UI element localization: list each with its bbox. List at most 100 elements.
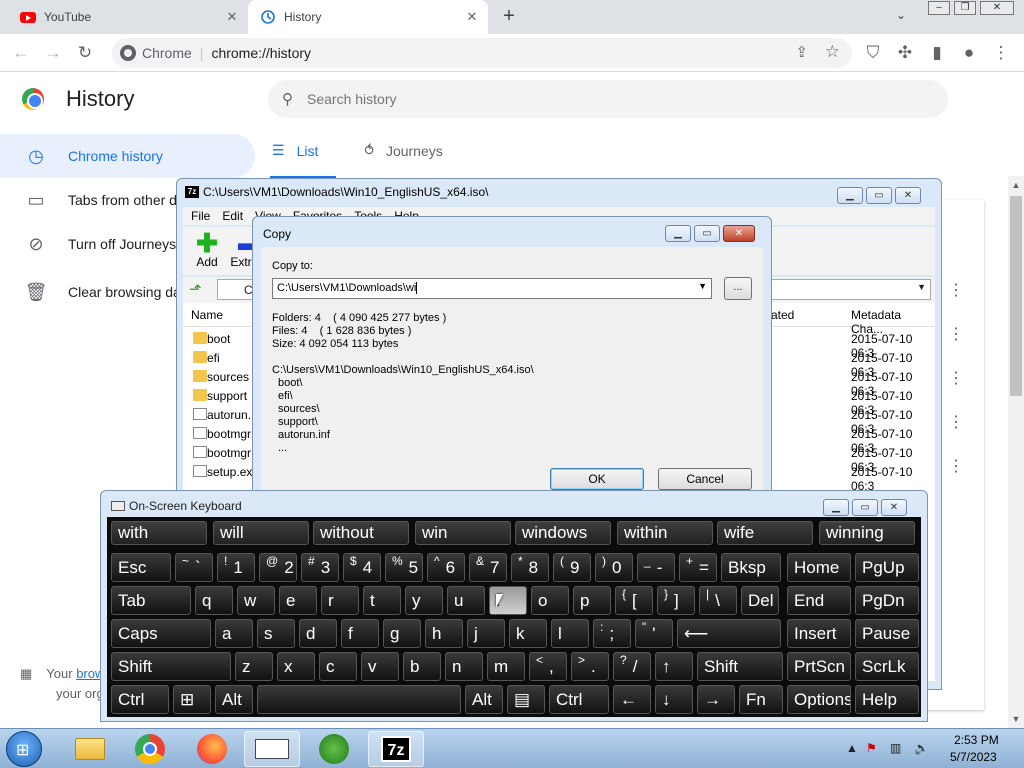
- key-y[interactable]: y: [405, 586, 443, 615]
- prediction-key[interactable]: win: [415, 521, 511, 545]
- key-symbol[interactable]: ⊞: [173, 685, 211, 714]
- scrollbar-thumb[interactable]: [1010, 196, 1022, 396]
- key-prtscn[interactable]: PrtScn: [787, 652, 851, 681]
- profile-avatar-icon[interactable]: ●: [958, 42, 980, 64]
- column-name[interactable]: Name: [191, 308, 223, 322]
- maximize-button[interactable]: ▭: [694, 225, 720, 242]
- more-actions-icon[interactable]: ⋮: [948, 459, 964, 475]
- key-6[interactable]: ^ 6: [427, 553, 465, 582]
- chrome-menu-icon[interactable]: ⋮: [990, 42, 1012, 64]
- key-scrlk[interactable]: ScrLk: [855, 652, 919, 681]
- key-8[interactable]: * 8: [511, 553, 549, 582]
- key-symbol[interactable]: " ': [635, 619, 673, 648]
- key-shift[interactable]: Shift: [111, 652, 231, 681]
- close-window-button[interactable]: ✕: [980, 1, 1014, 15]
- reload-icon[interactable]: ↻: [74, 42, 96, 64]
- tab-search-chevron-icon[interactable]: ⌄: [896, 8, 906, 22]
- menu-file[interactable]: File: [191, 209, 210, 223]
- network-icon[interactable]: ▥: [890, 741, 901, 755]
- bookmark-star-icon[interactable]: ☆: [825, 42, 840, 62]
- prediction-key[interactable]: wife: [717, 521, 813, 545]
- key-9[interactable]: (9: [553, 553, 591, 582]
- key-r[interactable]: r: [321, 586, 359, 615]
- key-alt[interactable]: Alt: [465, 685, 503, 714]
- key-v[interactable]: v: [361, 652, 399, 681]
- key-symbol[interactable]: ▤: [507, 685, 545, 714]
- key-q[interactable]: q: [195, 586, 233, 615]
- key-i[interactable]: i: [489, 586, 527, 615]
- key-shift[interactable]: Shift: [697, 652, 783, 681]
- key-5[interactable]: % 5: [385, 553, 423, 582]
- key-symbol[interactable]: ↓: [655, 685, 693, 714]
- key-z[interactable]: z: [235, 652, 273, 681]
- close-button[interactable]: ✕: [895, 187, 921, 204]
- key-tab[interactable]: Tab: [111, 586, 191, 615]
- key-symbol[interactable]: + =: [679, 553, 717, 582]
- tab-journeys[interactable]: ⥀ Journeys: [364, 142, 442, 159]
- more-actions-icon[interactable]: ⋮: [948, 415, 964, 431]
- dropdown-arrow-icon[interactable]: ▼: [917, 282, 926, 292]
- new-tab-icon[interactable]: +: [498, 6, 520, 28]
- key-space[interactable]: [257, 685, 461, 714]
- key-d[interactable]: d: [299, 619, 337, 648]
- tab-list[interactable]: ☰ List: [272, 142, 318, 159]
- minimize-button[interactable]: ▁: [665, 225, 691, 242]
- action-center-icon[interactable]: ⚑: [866, 741, 877, 755]
- key-symbol[interactable]: {[: [615, 586, 653, 615]
- back-icon[interactable]: ←: [10, 42, 32, 64]
- key-t[interactable]: t: [363, 586, 401, 615]
- key-e[interactable]: e: [279, 586, 317, 615]
- key-0[interactable]: ) 0: [595, 553, 633, 582]
- key-fn[interactable]: Fn: [739, 685, 783, 714]
- minimize-button[interactable]: ▁: [837, 187, 863, 204]
- taskbar-idm[interactable]: [306, 731, 362, 767]
- key-insert[interactable]: Insert: [787, 619, 851, 648]
- key-g[interactable]: g: [383, 619, 421, 648]
- forward-icon[interactable]: →: [42, 42, 64, 64]
- key-caps[interactable]: Caps: [111, 619, 211, 648]
- key-2[interactable]: @2: [259, 553, 297, 582]
- key-p[interactable]: p: [573, 586, 611, 615]
- maximize-button[interactable]: ▭: [852, 499, 878, 516]
- folder-up-icon[interactable]: ⬏: [189, 280, 202, 298]
- key-j[interactable]: j: [467, 619, 505, 648]
- tab-history[interactable]: History ✕: [248, 0, 488, 34]
- close-button[interactable]: ✕: [881, 499, 907, 516]
- key-symbol[interactable]: →: [697, 685, 735, 714]
- key-x[interactable]: x: [277, 652, 315, 681]
- key-s[interactable]: s: [257, 619, 295, 648]
- key-symbol[interactable]: }]: [657, 586, 695, 615]
- cancel-button[interactable]: Cancel: [658, 468, 752, 490]
- key-options[interactable]: Options: [787, 685, 851, 714]
- show-hidden-icons-icon[interactable]: ▲: [846, 741, 858, 755]
- share-icon[interactable]: ⇪: [795, 43, 808, 61]
- key-pause[interactable]: Pause: [855, 619, 919, 648]
- extensions-puzzle-icon[interactable]: ✣: [894, 42, 916, 64]
- key-m[interactable]: m: [487, 652, 525, 681]
- key-alt[interactable]: Alt: [215, 685, 253, 714]
- key-3[interactable]: #3: [301, 553, 339, 582]
- key-symbol[interactable]: :;: [593, 619, 631, 648]
- dropdown-arrow-icon[interactable]: ▼: [698, 281, 707, 291]
- key-l[interactable]: l: [551, 619, 589, 648]
- ok-button[interactable]: OK: [550, 468, 644, 490]
- browse-button[interactable]: ...: [724, 277, 752, 300]
- key-b[interactable]: b: [403, 652, 441, 681]
- prediction-key[interactable]: without: [313, 521, 409, 545]
- key-n[interactable]: n: [445, 652, 483, 681]
- minimize-button[interactable]: ▁: [823, 499, 849, 516]
- key-help[interactable]: Help: [855, 685, 919, 714]
- column-created[interactable]: ated: [771, 308, 794, 322]
- key-bksp[interactable]: Bksp: [721, 553, 781, 582]
- key-7[interactable]: & 7: [469, 553, 507, 582]
- clock-time[interactable]: 2:53 PM: [954, 733, 999, 747]
- key-symbol[interactable]: ⟵: [677, 619, 781, 648]
- add-button[interactable]: ✚ Add: [187, 230, 227, 269]
- key-c[interactable]: c: [319, 652, 357, 681]
- key-u[interactable]: u: [447, 586, 485, 615]
- key-esc[interactable]: Esc: [111, 553, 171, 582]
- taskbar-7zip[interactable]: 7z: [368, 731, 424, 767]
- tab-youtube[interactable]: YouTube ✕: [8, 0, 248, 34]
- key-a[interactable]: a: [215, 619, 253, 648]
- key-home[interactable]: Home: [787, 553, 851, 582]
